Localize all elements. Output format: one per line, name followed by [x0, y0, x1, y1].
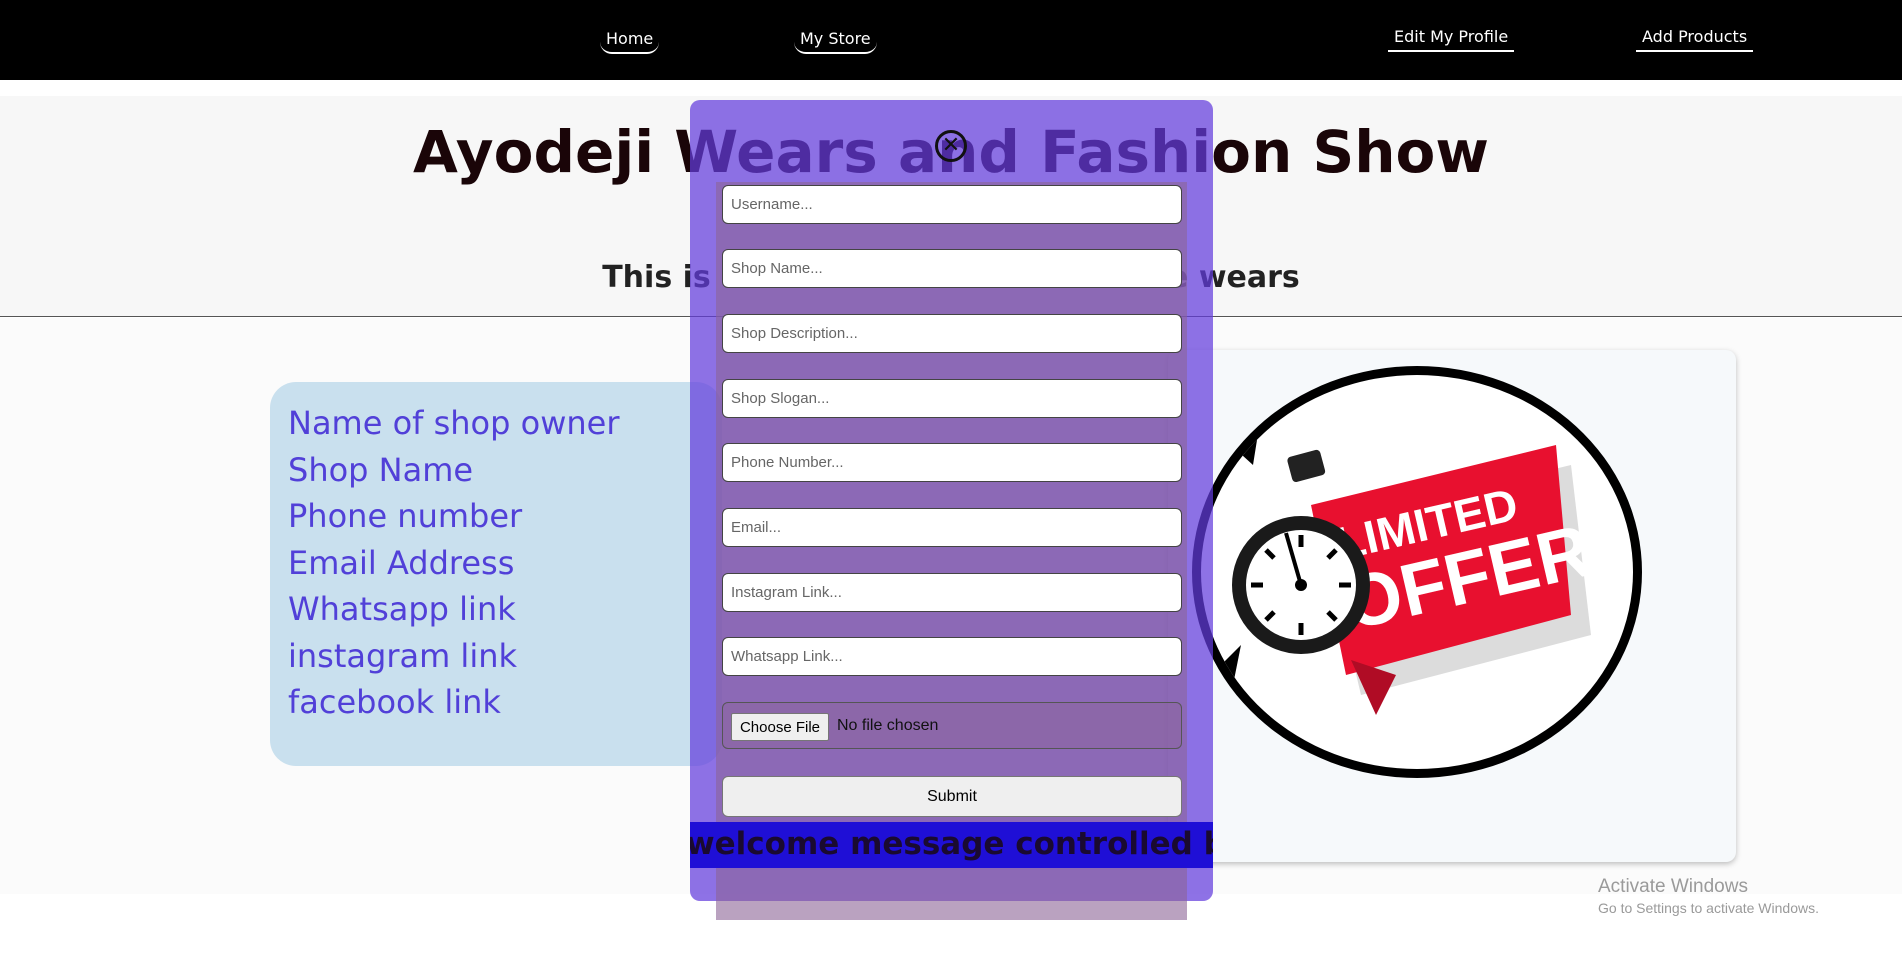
choose-file-button[interactable]: Choose File [731, 713, 829, 741]
whatsapp-link-field[interactable] [722, 637, 1182, 676]
username-field[interactable] [722, 185, 1182, 224]
info-line-whatsapp: Whatsapp link [288, 590, 516, 628]
info-line-phone: Phone number [288, 497, 523, 535]
instagram-link-field[interactable] [722, 573, 1182, 612]
info-line-instagram: instagram link [288, 636, 518, 675]
welcome-message: welcome message controlled by Api [690, 826, 1213, 862]
nav-my-store-link[interactable]: My Store [794, 29, 877, 54]
info-line-facebook: facebook link [288, 683, 501, 721]
offer-image-card: LIMITED OFFER [1168, 350, 1736, 862]
shop-name-field[interactable] [722, 249, 1182, 288]
activate-windows-subtitle: Go to Settings to activate Windows. [1598, 900, 1819, 916]
limited-offer-image: LIMITED OFFER [1192, 366, 1642, 778]
info-line-email: Email Address [288, 543, 515, 582]
activate-windows-watermark: Activate Windows Go to Settings to activ… [1598, 876, 1819, 916]
top-navbar: Home My Store Edit My Profile Add Produc… [0, 0, 1902, 80]
phone-number-field[interactable] [722, 443, 1182, 482]
shop-description-field[interactable] [722, 314, 1182, 353]
shop-slogan-field[interactable] [722, 379, 1182, 418]
activate-windows-title: Activate Windows [1598, 876, 1748, 897]
file-status-text: No file chosen [837, 717, 939, 734]
edit-profile-modal: ✕ Choose File No file chosen Submit [690, 100, 1213, 920]
file-upload: Choose File No file chosen [722, 702, 1182, 749]
info-line-owner: Name of shop owner [288, 404, 620, 442]
submit-button[interactable]: Submit [722, 776, 1182, 817]
nav-add-products-link[interactable]: Add Products [1636, 27, 1754, 52]
email-field[interactable] [722, 508, 1182, 547]
limited-offer-graphic: LIMITED OFFER [1211, 415, 1599, 715]
nav-edit-profile-link[interactable]: Edit My Profile [1388, 27, 1515, 52]
welcome-banner: welcome message controlled by Api [690, 822, 1213, 868]
info-line-shop-name: Shop Name [288, 450, 474, 489]
close-icon[interactable]: ✕ [935, 130, 967, 162]
shop-info-card: Name of shop owner Shop Name Phone numbe… [270, 382, 722, 766]
nav-home-link[interactable]: Home [600, 29, 660, 54]
